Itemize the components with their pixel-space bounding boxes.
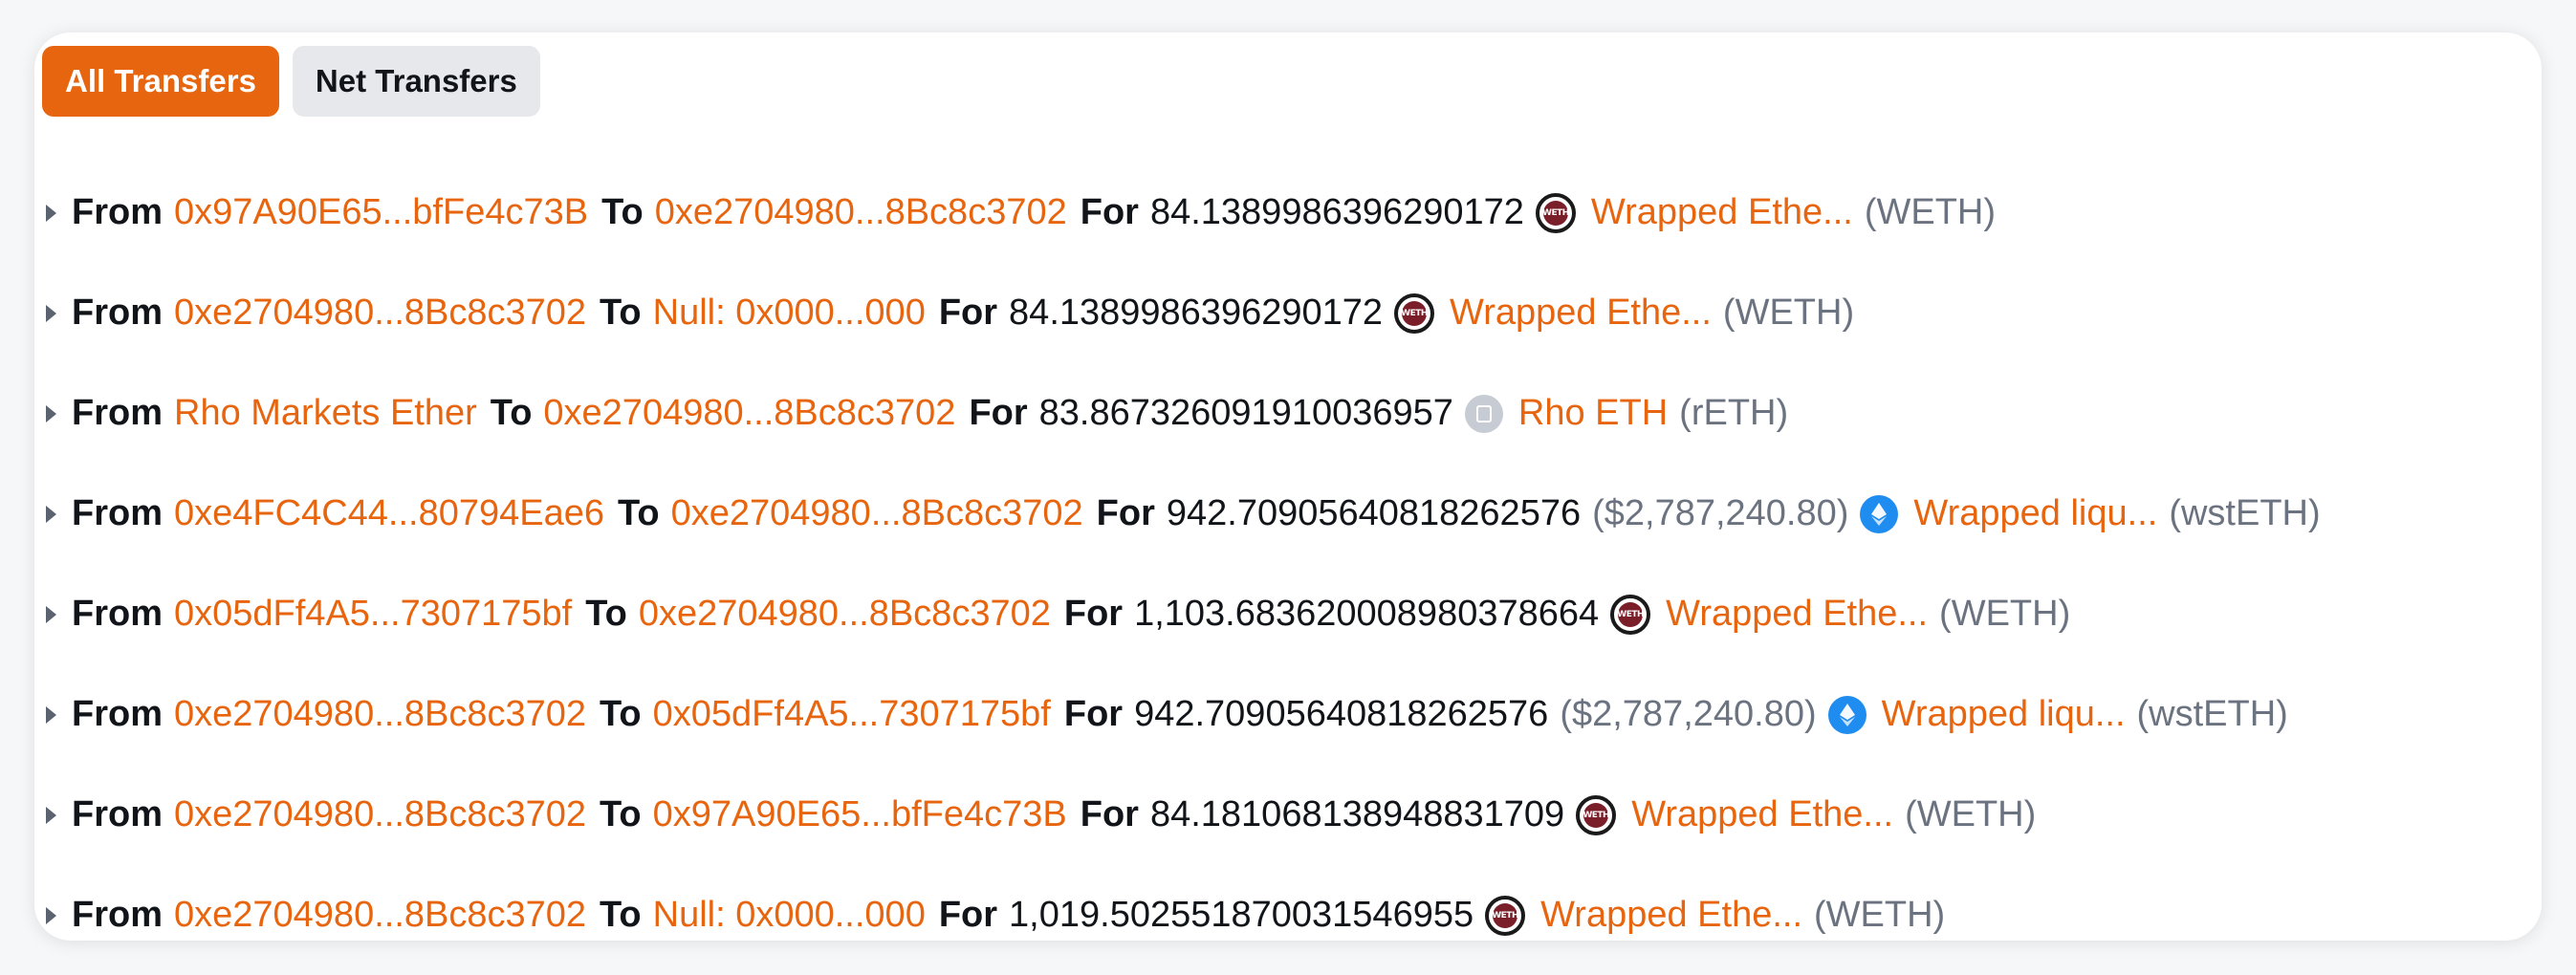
for-label: For [1096,493,1155,533]
to-label: To [601,192,644,232]
for-label: For [1080,192,1139,232]
weth-icon: WETH [1394,292,1435,334]
from-address-link[interactable]: Rho Markets Ether [174,393,477,434]
from-address-link[interactable]: 0x97A90E65...bfFe4c73B [174,192,588,233]
token-amount: 84.1389986396290172 [1149,192,1524,232]
expand-caret-icon[interactable] [46,404,56,422]
to-label: To [585,594,627,634]
token-symbol: (wstETH) [2136,694,2288,734]
token-name-link[interactable]: Wrapped Ethe... [1540,895,1802,936]
expand-caret-icon[interactable] [46,204,56,222]
for-label: For [1063,694,1124,734]
to-address-link[interactable]: 0xe2704980...8Bc8c3702 [639,594,1051,635]
expand-caret-icon[interactable] [46,705,56,724]
transfer-list: From 0x97A90E65...bfFe4c73B To 0xe2704980..… [42,162,2538,941]
to-address-link[interactable]: Null: 0x000...000 [653,292,926,334]
to-label: To [618,493,660,533]
from-label: From [72,594,163,634]
expand-caret-icon[interactable] [46,906,56,924]
token-symbol: (WETH) [1864,192,1997,232]
wsteth-icon [1827,695,1867,734]
token-name-link[interactable]: Rho ETH [1518,393,1668,434]
token-name-link[interactable]: Wrapped Ethe... [1591,192,1853,233]
token-name-link[interactable]: Wrapped Ethe... [1666,594,1928,635]
from-label: From [72,192,163,232]
expand-caret-icon[interactable] [46,806,56,824]
token-amount: 942.70905640818262576 [1134,694,1549,734]
expand-caret-icon[interactable] [46,605,56,623]
token-amount: 942.70905640818262576 [1166,493,1582,533]
usd-value: ($2,787,240.80) [1560,694,1817,734]
from-label: From [72,292,163,333]
from-address-link[interactable]: 0xe4FC4C44...80794Eae6 [174,493,604,534]
token-amount: 84.1389986396290172 [1009,292,1384,333]
from-address-link[interactable]: 0xe2704980...8Bc8c3702 [174,794,586,835]
to-address-link[interactable]: 0xe2704980...8Bc8c3702 [655,192,1067,233]
reth-icon [1464,394,1503,433]
transfer-row: From 0xe2704980...8Bc8c3702 To 0x05dFf4A5..… [42,664,2538,765]
token-symbol: (wstETH) [2169,493,2321,533]
transfer-row: From 0x05dFf4A5...7307175bf To 0xe2704980..… [42,564,2538,664]
to-address-link[interactable]: 0x97A90E65...bfFe4c73B [653,794,1067,835]
tab-all-transfers[interactable]: All Transfers [42,46,279,117]
token-name-link[interactable]: Wrapped Ethe... [1631,794,1893,835]
from-address-link[interactable]: 0xe2704980...8Bc8c3702 [174,694,586,735]
usd-value: ($2,787,240.80) [1592,493,1849,533]
to-label: To [600,895,642,935]
token-symbol: (WETH) [1939,594,2071,634]
from-label: From [72,493,163,533]
to-label: To [600,794,642,834]
token-symbol: (WETH) [1722,292,1855,333]
weth-icon: WETH [1535,192,1576,233]
from-address-link[interactable]: 0x05dFf4A5...7307175bf [174,594,572,635]
from-address-link[interactable]: 0xe2704980...8Bc8c3702 [174,895,586,936]
transfer-row: From 0xe2704980...8Bc8c3702 To Null: 0x000.… [42,263,2538,363]
to-address-link[interactable]: 0xe2704980...8Bc8c3702 [671,493,1083,534]
from-address-link[interactable]: 0xe2704980...8Bc8c3702 [174,292,586,334]
transfer-row: From 0xe2704980...8Bc8c3702 To 0x97A90E65..… [42,765,2538,865]
weth-icon: WETH [1485,895,1526,936]
to-label: To [600,292,642,333]
weth-icon: WETH [1576,794,1617,835]
to-address-link[interactable]: 0xe2704980...8Bc8c3702 [543,393,955,434]
for-label: For [938,292,998,333]
for-label: For [1080,794,1139,834]
to-label: To [600,694,642,734]
token-symbol: (WETH) [1814,895,1946,935]
token-amount: 1,103.683620008980378664 [1134,594,1600,634]
token-symbol: (rETH) [1679,393,1789,433]
weth-icon: WETH [1610,594,1651,635]
from-label: From [72,393,163,433]
for-label: For [969,393,1028,433]
wsteth-icon [1860,494,1899,533]
transfer-row: From 0x97A90E65...bfFe4c73B To 0xe2704980..… [42,162,2538,263]
token-name-link[interactable]: Wrapped liqu... [1882,694,2126,735]
token-symbol: (WETH) [1905,794,2037,834]
from-label: From [72,895,163,935]
transfer-row: From 0xe4FC4C44...80794Eae6 To 0xe2704980..… [42,464,2538,564]
to-address-link[interactable]: 0x05dFf4A5...7307175bf [653,694,1051,735]
to-label: To [490,393,533,433]
token-name-link[interactable]: Wrapped liqu... [1913,493,2157,534]
token-name-link[interactable]: Wrapped Ethe... [1450,292,1712,334]
tab-net-transfers[interactable]: Net Transfers [292,46,540,117]
transfer-tabs: All Transfers Net Transfers [42,46,540,117]
for-label: For [1063,594,1124,634]
from-label: From [72,694,163,734]
to-address-link[interactable]: Null: 0x000...000 [653,895,926,936]
expand-caret-icon[interactable] [46,304,56,322]
token-amount: 84.181068138948831709 [1149,794,1565,834]
for-label: For [938,895,998,935]
token-amount: 1,019.502551870031546955 [1009,895,1474,935]
expand-caret-icon[interactable] [46,505,56,523]
token-transfers-panel: All Transfers Net Transfers From 0x97A90E… [34,32,2542,941]
token-amount: 83.867326091910036957 [1038,393,1453,433]
transfer-row: From 0xe2704980...8Bc8c3702 To Null: 0x000.… [42,865,2538,941]
from-label: From [72,794,163,834]
transfer-row: From Rho Markets Ether To 0xe2704980...8Bc8… [42,363,2538,464]
